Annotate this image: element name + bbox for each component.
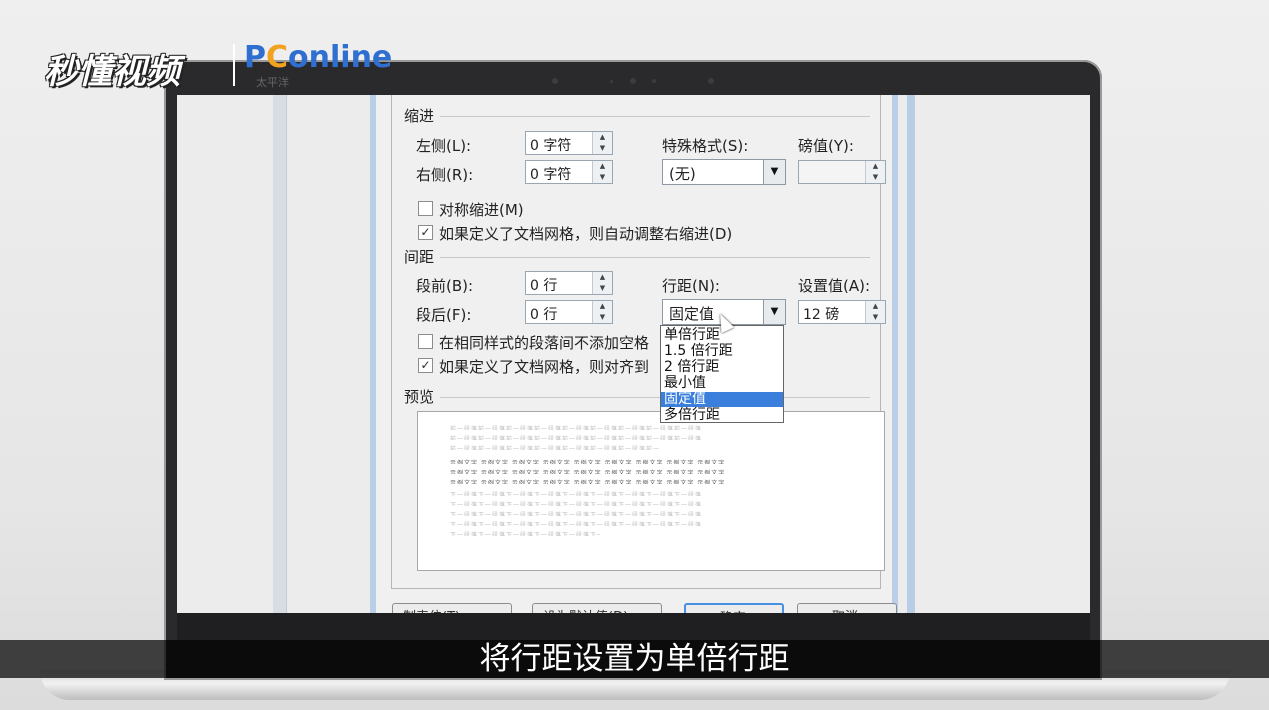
space-before-spinner[interactable]: 0 行 ▲ ▼ (525, 271, 613, 295)
arrow-down-icon[interactable]: ▼ (593, 143, 612, 154)
tabs-button[interactable]: 制表位(T)... (392, 603, 512, 613)
preview-next-paragraph: 下一段落下一段落下一段落下一段落下一段落下一段落下一段落下一段落下一段落 (450, 532, 600, 536)
left-indent-value: 0 字符 (530, 138, 572, 154)
section-divider (440, 257, 870, 258)
preview-next-paragraph: 下一段落下一段落下一段落下一段落下一段落下一段落下一段落下一段落下一段落 (450, 492, 703, 496)
arrow-up-icon[interactable]: ▲ (866, 301, 885, 312)
preview-box: 前一段落前一段落前一段落前一段落前一段落前一段落前一段落前一段落前一段落 前一段… (417, 411, 885, 571)
at-value-spinner[interactable]: 12 磅 ▲ ▼ (798, 300, 886, 324)
by-value-spinner[interactable]: ▲ ▼ (798, 160, 886, 184)
preview-next-paragraph: 下一段落下一段落下一段落下一段落下一段落下一段落下一段落下一段落下一段落 (450, 502, 703, 506)
line-spacing-dropdown-list: 单倍行距 1.5 倍行距 2 倍行距 最小值 固定值 多倍行距 (660, 325, 784, 423)
screen-bezel-bottom (177, 613, 1090, 640)
spinner-arrows[interactable]: ▲ ▼ (865, 301, 885, 323)
preview-prev-paragraph: 前一段落前一段落前一段落前一段落前一段落前一段落前一段落前一段落前一段落 (450, 446, 660, 450)
logo-separator (233, 44, 235, 86)
spinner-arrows[interactable]: ▲ ▼ (592, 132, 612, 154)
camera-dot (630, 78, 636, 84)
no-space-same-style-label: 在相同样式的段落间不添加空格 (439, 334, 650, 352)
special-format-value: (无) (669, 165, 696, 183)
logo-letter: P (244, 40, 266, 75)
space-after-spinner[interactable]: 0 行 ▲ ▼ (525, 300, 613, 324)
line-spacing-option-exactly[interactable]: 固定值 (661, 392, 783, 407)
auto-right-indent-label: 如果定义了文档网格，则自动调整右缩进(D) (439, 225, 733, 243)
space-after-value: 0 行 (530, 307, 558, 323)
logo-letters: online (288, 40, 393, 75)
camera-dot (552, 78, 558, 84)
arrow-up-icon[interactable]: ▲ (593, 132, 612, 143)
spinner-arrows[interactable]: ▲ ▼ (592, 272, 612, 294)
document-left-margin (273, 95, 287, 613)
line-spacing-option-multiple[interactable]: 多倍行距 (661, 408, 783, 423)
space-before-value: 0 行 (530, 278, 558, 294)
arrow-down-icon[interactable]: ▼ (866, 312, 885, 323)
line-spacing-option-at-least[interactable]: 最小值 (661, 376, 783, 391)
brand-logo-sub: 太平洋 (256, 76, 289, 89)
line-spacing-option-double[interactable]: 2 倍行距 (661, 360, 783, 375)
arrow-down-icon[interactable]: ▼ (593, 283, 612, 294)
spinner-arrows[interactable]: ▲ ▼ (592, 161, 612, 183)
arrow-down-icon[interactable]: ▼ (593, 172, 612, 183)
right-indent-spinner[interactable]: 0 字符 ▲ ▼ (525, 160, 613, 184)
arrow-up-icon[interactable]: ▲ (866, 161, 885, 172)
set-default-button[interactable]: 设为默认值(D) (532, 603, 662, 613)
snap-to-grid-label: 如果定义了文档网格，则对齐到 (439, 358, 650, 376)
by-label: 磅值(Y): (798, 137, 854, 155)
preview-sample-text: 示例文字 示例文字 示例文字 示例文字 示例文字 示例文字 示例文字 示例文字 … (450, 460, 726, 464)
dropdown-arrow-icon[interactable]: ▼ (763, 160, 785, 184)
arrow-up-icon[interactable]: ▲ (593, 161, 612, 172)
line-spacing-value: 固定值 (669, 305, 715, 323)
preview-sample-text: 示例文字 示例文字 示例文字 示例文字 示例文字 示例文字 示例文字 示例文字 … (450, 470, 726, 474)
brand-logo-left: 秒懂视频 (44, 52, 180, 92)
special-format-label: 特殊格式(S): (662, 137, 749, 155)
subtitle-text: 将行距设置为单倍行距 (479, 641, 790, 677)
mirror-indent-label: 对称缩进(M) (439, 201, 524, 219)
arrow-down-icon[interactable]: ▼ (866, 172, 885, 183)
left-indent-spinner[interactable]: 0 字符 ▲ ▼ (525, 131, 613, 155)
dropdown-arrow-icon[interactable]: ▼ (763, 300, 785, 324)
section-divider (440, 116, 870, 117)
camera-dot (652, 79, 656, 83)
spinner-arrows[interactable]: ▲ ▼ (865, 161, 885, 183)
document-right-scrollbar[interactable] (907, 95, 915, 613)
preview-section-title: 预览 (404, 388, 435, 406)
cancel-button[interactable]: 取消 (797, 603, 897, 613)
brand-logo-right: PConline (244, 40, 392, 75)
spinner-arrows[interactable]: ▲ ▼ (592, 301, 612, 323)
line-spacing-label: 行距(N): (662, 277, 720, 295)
screen: 缩进 左侧(L): 0 字符 ▲ ▼ 特殊格式(S): 磅值(Y): 右侧(R):… (177, 95, 1090, 613)
spacing-section-title: 间距 (404, 248, 435, 266)
camera-dot (708, 78, 714, 84)
preview-next-paragraph: 下一段落下一段落下一段落下一段落下一段落下一段落下一段落下一段落下一段落 (450, 512, 703, 516)
section-divider (440, 397, 870, 398)
preview-sample-text: 示例文字 示例文字 示例文字 示例文字 示例文字 示例文字 示例文字 示例文字 … (450, 480, 726, 484)
arrow-down-icon[interactable]: ▼ (593, 312, 612, 323)
at-value: 12 磅 (803, 307, 840, 323)
arrow-up-icon[interactable]: ▲ (593, 301, 612, 312)
no-space-same-style-checkbox[interactable] (418, 334, 433, 349)
arrow-up-icon[interactable]: ▲ (593, 272, 612, 283)
special-format-combo[interactable]: (无) ▼ (662, 159, 786, 185)
mirror-indent-checkbox[interactable] (418, 201, 433, 216)
ok-button[interactable]: 确定 (684, 603, 784, 613)
preview-next-paragraph: 下一段落下一段落下一段落下一段落下一段落下一段落下一段落下一段落下一段落 (450, 522, 703, 526)
preview-prev-paragraph: 前一段落前一段落前一段落前一段落前一段落前一段落前一段落前一段落前一段落 (450, 436, 703, 440)
preview-prev-paragraph: 前一段落前一段落前一段落前一段落前一段落前一段落前一段落前一段落前一段落 (450, 426, 703, 430)
space-after-label: 段后(F): (416, 306, 472, 324)
logo-letter: C (266, 40, 289, 75)
at-label: 设置值(A): (798, 277, 871, 295)
space-before-label: 段前(B): (416, 277, 474, 295)
right-indent-label: 右侧(R): (416, 166, 474, 184)
line-spacing-option-1-5[interactable]: 1.5 倍行距 (661, 344, 783, 359)
left-indent-label: 左侧(L): (416, 137, 472, 155)
paragraph-dialog: 缩进 左侧(L): 0 字符 ▲ ▼ 特殊格式(S): 磅值(Y): 右侧(R):… (370, 95, 898, 613)
indent-section-title: 缩进 (404, 107, 435, 125)
camera-dot (610, 80, 613, 83)
auto-right-indent-checkbox[interactable]: ✓ (418, 225, 433, 240)
right-indent-value: 0 字符 (530, 167, 572, 183)
snap-to-grid-checkbox[interactable]: ✓ (418, 358, 433, 373)
